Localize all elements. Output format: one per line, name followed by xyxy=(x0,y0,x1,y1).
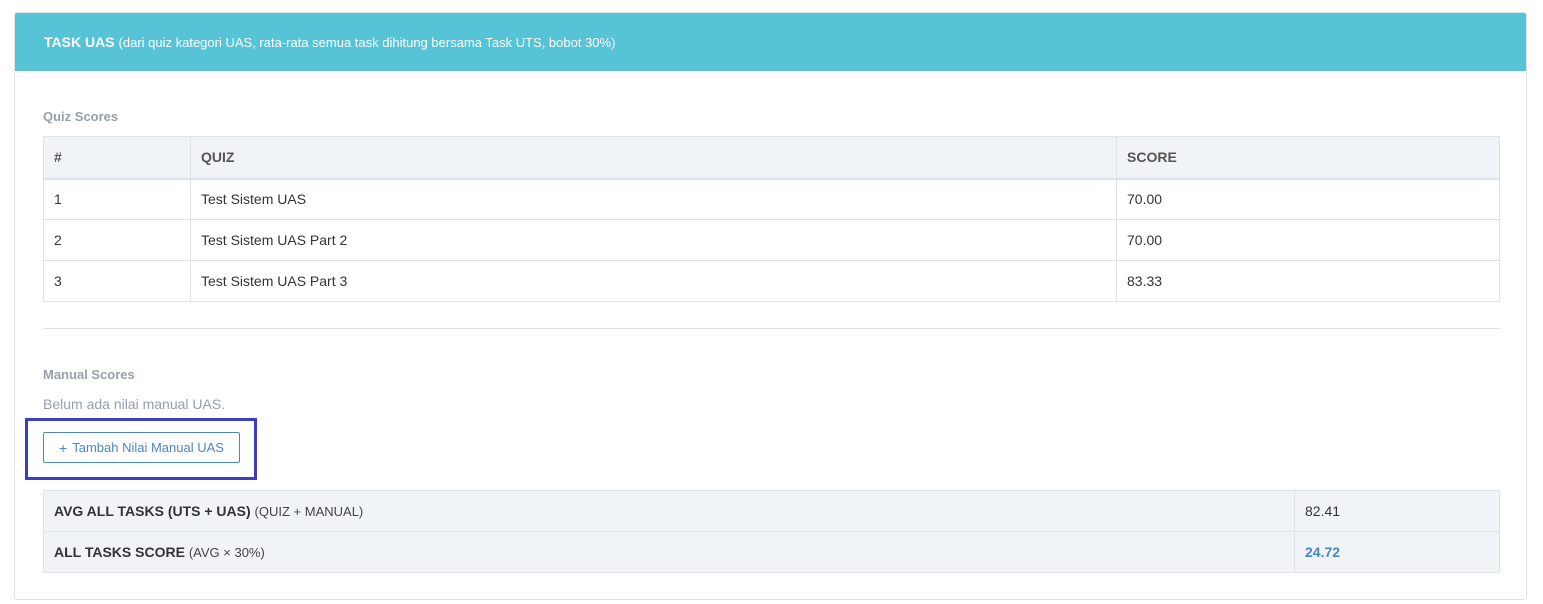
add-manual-score-label: Tambah Nilai Manual UAS xyxy=(72,440,224,455)
quiz-scores-table: # QUIZ SCORE 1 Test Sistem UAS 70.00 2 T… xyxy=(43,136,1500,302)
table-header-row: # QUIZ SCORE xyxy=(43,136,1500,180)
column-header-quiz: QUIZ xyxy=(190,136,1117,180)
quiz-scores-label: Quiz Scores xyxy=(43,109,119,124)
row-score: 70.00 xyxy=(1116,219,1500,261)
score-label: ALL TASKS SCORE xyxy=(54,544,185,560)
row-score: 70.00 xyxy=(1116,178,1500,220)
card-subtitle: (dari quiz kategori UAS, rata-rata semua… xyxy=(118,34,616,50)
score-value: 24.72 xyxy=(1294,531,1500,573)
card-header: TASK UAS (dari quiz kategori UAS, rata-r… xyxy=(15,13,1526,71)
card-title: TASK UAS xyxy=(44,34,115,50)
score-note: (AVG × 30%) xyxy=(188,545,265,560)
row-number: 3 xyxy=(43,260,191,302)
row-quiz-name: Test Sistem UAS Part 3 xyxy=(190,260,1117,302)
row-number: 2 xyxy=(43,219,191,261)
row-quiz-name: Test Sistem UAS xyxy=(190,178,1117,220)
section-divider xyxy=(43,328,1500,329)
summary-row-score: ALL TASKS SCORE (AVG × 30%) 24.72 xyxy=(43,531,1500,573)
task-uas-card: TASK UAS (dari quiz kategori UAS, rata-r… xyxy=(14,12,1527,600)
avg-label-cell: AVG ALL TASKS (UTS + UAS) (QUIZ + MANUAL… xyxy=(43,490,1295,532)
manual-scores-empty-note: Belum ada nilai manual UAS. xyxy=(43,396,226,412)
avg-note: (QUIZ + MANUAL) xyxy=(254,504,364,519)
column-header-score: SCORE xyxy=(1116,136,1500,180)
row-score: 83.33 xyxy=(1116,260,1500,302)
manual-scores-label: Manual Scores xyxy=(43,367,135,382)
score-label-cell: ALL TASKS SCORE (AVG × 30%) xyxy=(43,531,1295,573)
add-manual-score-button[interactable]: + Tambah Nilai Manual UAS xyxy=(43,432,240,463)
row-number: 1 xyxy=(43,178,191,220)
avg-value: 82.41 xyxy=(1294,490,1500,532)
table-row: 1 Test Sistem UAS 70.00 xyxy=(43,178,1500,220)
avg-label: AVG ALL TASKS (UTS + UAS) xyxy=(54,503,251,519)
table-row: 2 Test Sistem UAS Part 2 70.00 xyxy=(43,219,1500,261)
plus-icon: + xyxy=(59,439,68,456)
summary-row-avg: AVG ALL TASKS (UTS + UAS) (QUIZ + MANUAL… xyxy=(43,490,1500,532)
table-row: 3 Test Sistem UAS Part 3 83.33 xyxy=(43,260,1500,302)
column-header-number: # xyxy=(43,136,191,180)
row-quiz-name: Test Sistem UAS Part 2 xyxy=(190,219,1117,261)
summary-table: AVG ALL TASKS (UTS + UAS) (QUIZ + MANUAL… xyxy=(43,490,1500,573)
